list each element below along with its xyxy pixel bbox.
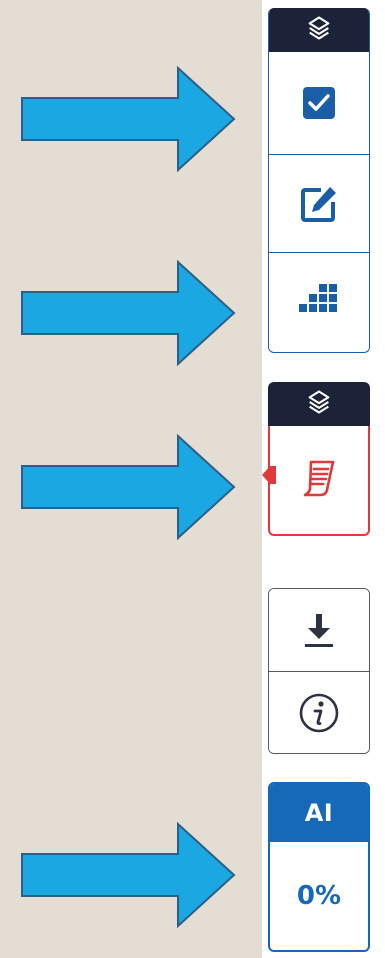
- layers-icon: [305, 14, 333, 47]
- ai-score-panel[interactable]: AI 0%: [268, 782, 370, 952]
- info-button[interactable]: [269, 671, 369, 753]
- layers-icon: [305, 388, 333, 421]
- notes-panel-header[interactable]: [268, 382, 370, 426]
- arrow-4: [18, 820, 238, 930]
- edit-tool-button[interactable]: [269, 154, 369, 252]
- arrow-3: [18, 432, 238, 542]
- checkbox-icon: [302, 86, 336, 120]
- notes-panel: [262, 382, 370, 538]
- info-icon: [298, 692, 340, 734]
- review-tools-panel: [268, 8, 370, 353]
- edit-icon: [299, 184, 339, 224]
- notes-icon: [299, 458, 339, 503]
- ai-score-value: 0%: [296, 881, 342, 911]
- arrow-2: [18, 258, 238, 368]
- download-icon: [301, 610, 337, 650]
- selection-pointer-icon: [262, 466, 276, 484]
- notes-tool-button[interactable]: [262, 426, 370, 536]
- checkbox-tool-button[interactable]: [269, 52, 369, 154]
- grid-icon: [299, 283, 339, 320]
- screen: AI 0%: [0, 0, 385, 958]
- grid-tool-button[interactable]: [269, 252, 369, 350]
- review-panel-header[interactable]: [269, 8, 369, 52]
- ai-label: AI: [270, 784, 368, 842]
- arrow-1: [18, 64, 238, 174]
- utility-panel: [268, 588, 370, 754]
- download-button[interactable]: [269, 589, 369, 671]
